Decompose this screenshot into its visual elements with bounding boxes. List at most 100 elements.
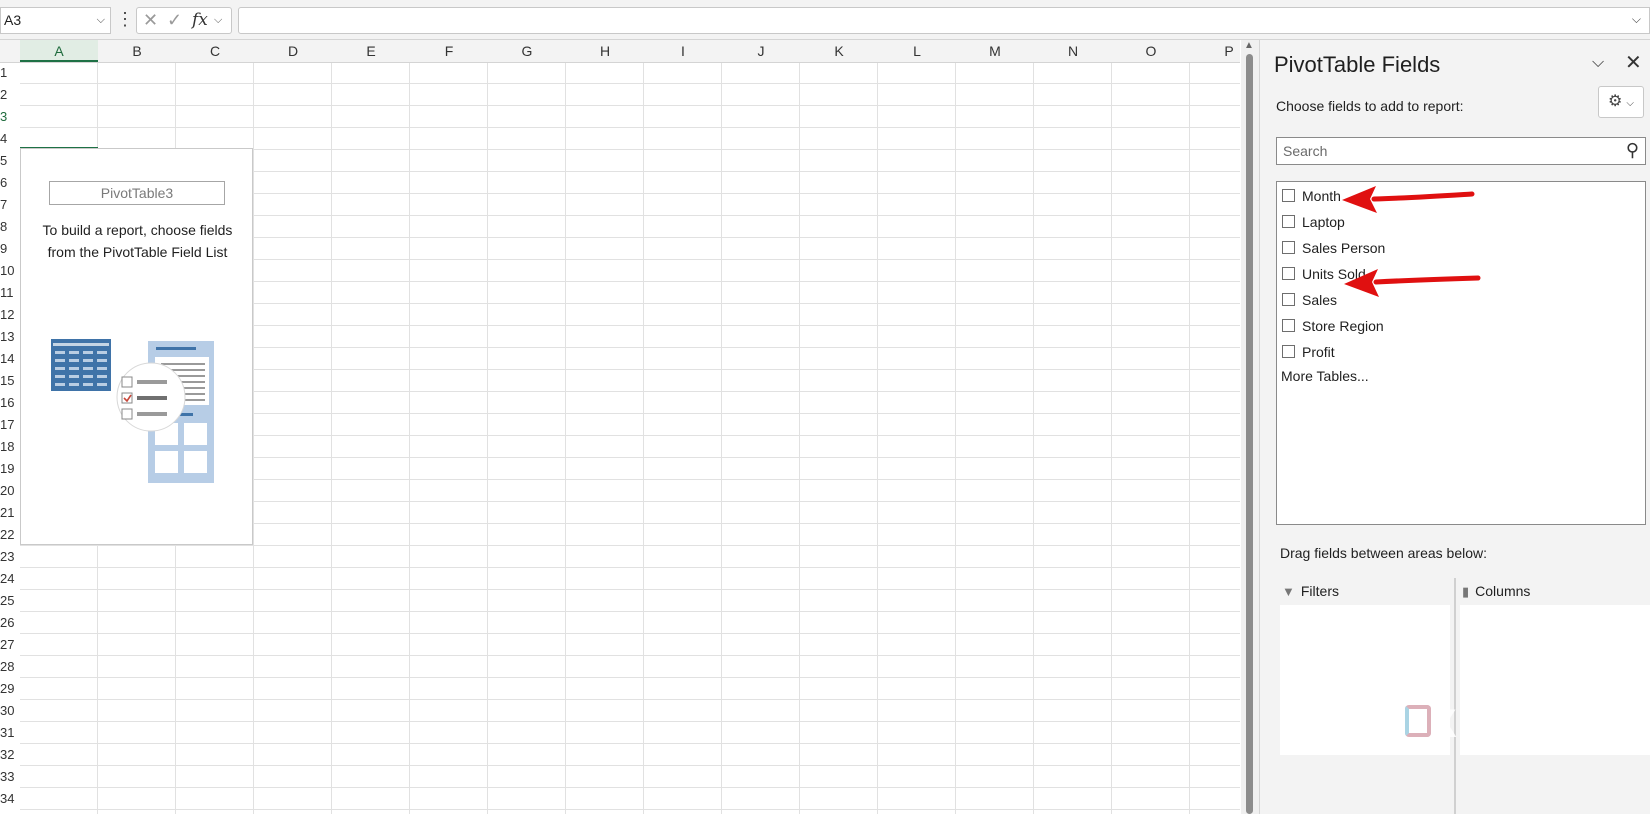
scroll-up-icon[interactable]: ▲ <box>1244 40 1254 51</box>
field-label: Profit <box>1302 344 1335 360</box>
column-header-h[interactable]: H <box>566 40 644 62</box>
row-header-20[interactable]: 20 <box>0 480 20 502</box>
checkbox[interactable] <box>1282 293 1295 306</box>
checkbox[interactable] <box>1282 345 1295 358</box>
column-header-n[interactable]: N <box>1034 40 1112 62</box>
column-header-p[interactable]: P <box>1190 40 1240 62</box>
field-settings-button[interactable]: ⚙ ⌵ <box>1598 86 1644 118</box>
row-header-11[interactable]: 11 <box>0 282 20 304</box>
name-box[interactable]: A3 ⌵ <box>0 7 111 34</box>
row-header-19[interactable]: 19 <box>0 458 20 480</box>
column-headers: ABCDEFGHIJKLMNOP <box>0 40 1240 63</box>
row-header-12[interactable]: 12 <box>0 304 20 326</box>
pivot-table-name: PivotTable3 <box>49 181 225 205</box>
pivottable-fields-panel: PivotTable Fields ⌵ ✕ Choose fields to a… <box>1259 40 1650 814</box>
row-header-3[interactable]: 3 <box>0 106 20 128</box>
field-item-sales[interactable]: Sales <box>1281 289 1337 311</box>
column-header-o[interactable]: O <box>1112 40 1190 62</box>
chevron-down-icon: ⌵ <box>1626 98 1634 109</box>
row-header-24[interactable]: 24 <box>0 568 20 590</box>
column-header-b[interactable]: B <box>98 40 176 62</box>
column-header-a[interactable]: A <box>20 40 98 62</box>
row-header-29[interactable]: 29 <box>0 678 20 700</box>
row-header-10[interactable]: 10 <box>0 260 20 282</box>
row-header-32[interactable]: 32 <box>0 744 20 766</box>
search-placeholder: Search <box>1283 143 1328 159</box>
column-header-d[interactable]: D <box>254 40 332 62</box>
column-header-f[interactable]: F <box>410 40 488 62</box>
more-tables-link[interactable]: More Tables... <box>1281 368 1369 384</box>
checkbox[interactable] <box>1282 319 1295 332</box>
field-item-store-region[interactable]: Store Region <box>1281 315 1384 337</box>
name-box-value: A3 <box>4 12 22 28</box>
column-header-c[interactable]: C <box>176 40 254 62</box>
close-icon[interactable]: ✕ <box>1625 50 1642 75</box>
row-header-25[interactable]: 25 <box>0 590 20 612</box>
xda-logo-icon <box>1405 705 1431 737</box>
areas-divider[interactable] <box>1454 578 1456 814</box>
row-header-9[interactable]: 9 <box>0 238 20 260</box>
field-item-sales-person[interactable]: Sales Person <box>1281 237 1385 259</box>
row-header-28[interactable]: 28 <box>0 656 20 678</box>
panel-title: PivotTable Fields <box>1274 52 1441 77</box>
field-item-month[interactable]: Month <box>1281 185 1341 207</box>
pivot-table-placeholder[interactable]: PivotTable3 To build a report, choose fi… <box>20 148 253 545</box>
row-header-22[interactable]: 22 <box>0 524 20 546</box>
row-header-18[interactable]: 18 <box>0 436 20 458</box>
row-header-4[interactable]: 4 <box>0 128 20 150</box>
row-header-7[interactable]: 7 <box>0 194 20 216</box>
row-header-31[interactable]: 31 <box>0 722 20 744</box>
field-label: Store Region <box>1302 318 1384 334</box>
row-header-2[interactable]: 2 <box>0 84 20 106</box>
search-input[interactable]: Search ⚲ <box>1276 137 1646 165</box>
row-header-30[interactable]: 30 <box>0 700 20 722</box>
enter-check-icon[interactable]: ✓ <box>167 10 182 31</box>
checkbox[interactable] <box>1282 189 1295 202</box>
row-header-17[interactable]: 17 <box>0 414 20 436</box>
column-header-i[interactable]: I <box>644 40 722 62</box>
column-header-j[interactable]: J <box>722 40 800 62</box>
row-header-21[interactable]: 21 <box>0 502 20 524</box>
formula-buttons: ✕ ✓ fx ⌵ <box>136 7 232 34</box>
column-header-g[interactable]: G <box>488 40 566 62</box>
columns-icon: ▮ <box>1462 584 1470 599</box>
formula-input[interactable]: ⌵ <box>238 7 1650 34</box>
pivot-instruction-line2: from the PivotTable Field List <box>47 244 228 260</box>
row-header-23[interactable]: 23 <box>0 546 20 568</box>
vertical-scrollbar[interactable]: ▲ <box>1241 40 1259 814</box>
insert-function-icon[interactable]: fx <box>192 10 208 30</box>
worksheet-grid[interactable]: ABCDEFGHIJKLMNOP 1 2 3 4 5 6 7 8 9 10 11 12 13 14 15 16… <box>0 40 1240 814</box>
checkbox[interactable] <box>1282 215 1295 228</box>
more-options-icon[interactable]: ⋮ <box>116 8 134 30</box>
row-header-26[interactable]: 26 <box>0 612 20 634</box>
chevron-down-icon[interactable]: ⌵ <box>214 14 222 27</box>
chevron-down-icon[interactable]: ⌵ <box>1592 54 1604 72</box>
scrollbar-thumb[interactable] <box>1246 54 1253 814</box>
expand-formula-bar-icon[interactable]: ⌵ <box>1632 12 1641 27</box>
row-header-6[interactable]: 6 <box>0 172 20 194</box>
chevron-down-icon[interactable]: ⌵ <box>97 8 105 33</box>
column-header-e[interactable]: E <box>332 40 410 62</box>
pivot-instruction-line1: To build a report, choose fields <box>42 222 233 238</box>
search-icon[interactable]: ⚲ <box>1626 137 1639 163</box>
row-header-8[interactable]: 8 <box>0 216 20 238</box>
field-item-profit[interactable]: Profit <box>1281 341 1335 363</box>
row-header-16[interactable]: 16 <box>0 392 20 414</box>
row-header-1[interactable]: 1 <box>0 62 20 84</box>
checkbox[interactable] <box>1282 241 1295 254</box>
row-header-33[interactable]: 33 <box>0 766 20 788</box>
row-header-15[interactable]: 15 <box>0 370 20 392</box>
row-header-27[interactable]: 27 <box>0 634 20 656</box>
column-header-k[interactable]: K <box>800 40 878 62</box>
row-header-13[interactable]: 13 <box>0 326 20 348</box>
checkbox[interactable] <box>1282 267 1295 280</box>
pivot-instruction: To build a report, choose fields from th… <box>21 219 254 263</box>
cancel-icon[interactable]: ✕ <box>143 10 158 31</box>
row-header-5[interactable]: 5 <box>0 150 20 172</box>
row-header-34[interactable]: 34 <box>0 788 20 810</box>
field-item-laptop[interactable]: Laptop <box>1281 211 1345 233</box>
filters-label: Filters <box>1300 583 1339 599</box>
row-header-14[interactable]: 14 <box>0 348 20 370</box>
column-header-l[interactable]: L <box>878 40 956 62</box>
column-header-m[interactable]: M <box>956 40 1034 62</box>
